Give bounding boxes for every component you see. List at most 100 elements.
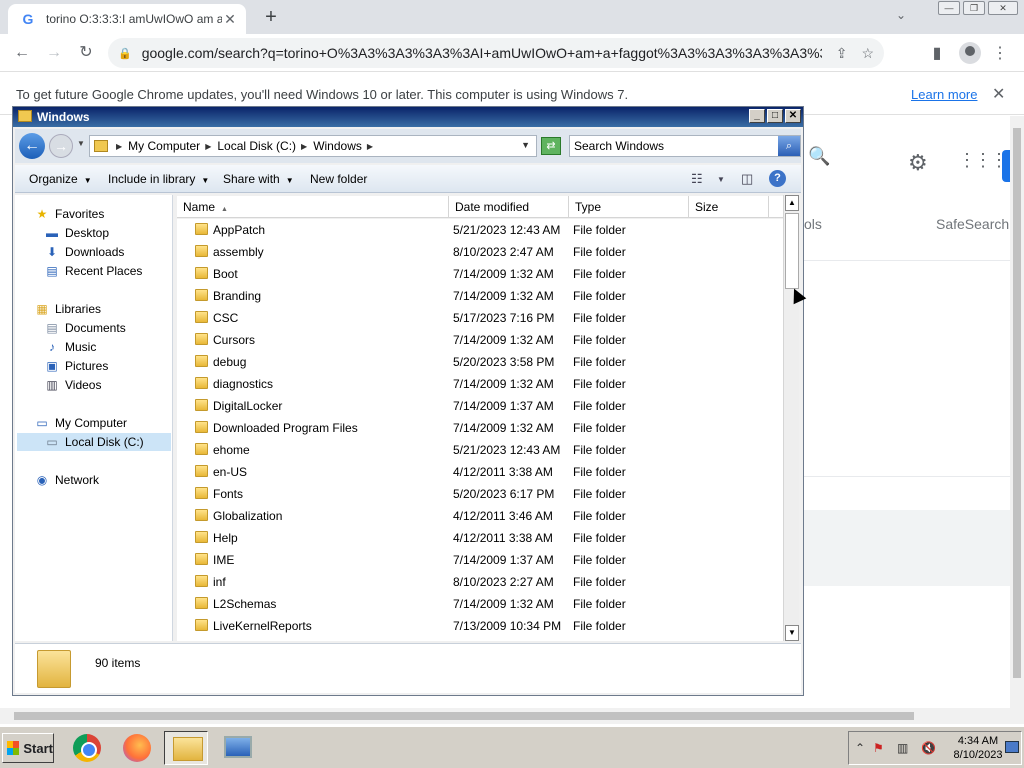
network-status-icon[interactable]: ▥ [897,741,908,755]
history-dropdown-icon[interactable]: ▼ [77,139,85,148]
explorer-search-box[interactable]: ⌕ [569,135,801,157]
scrollbar-thumb[interactable] [785,213,799,289]
table-row[interactable]: IME 7/14/2009 1:37 AM File folder [177,549,783,571]
table-row[interactable]: assembly 8/10/2023 2:47 AM File folder [177,241,783,263]
table-row[interactable]: en-US 4/12/2011 3:38 AM File folder [177,461,783,483]
table-row[interactable]: Help 4/12/2011 3:38 AM File folder [177,527,783,549]
settings-gear-icon[interactable]: ⚙ [908,150,928,176]
column-header-name[interactable]: Name ▲ [177,196,449,218]
nav-local-disk[interactable]: ▭ Local Disk (C:) [17,433,171,451]
chevron-down-icon[interactable]: ▼ [521,140,530,150]
reload-icon[interactable]: ↻ [76,43,96,63]
clock[interactable]: 4:34 AM 8/10/2023 [949,734,1007,762]
table-row[interactable]: Downloaded Program Files 7/14/2009 1:32 A… [177,417,783,439]
page-horizontal-scrollbar[interactable] [0,708,1024,724]
table-row[interactable]: AppPatch 5/21/2023 12:43 AM File folder [177,219,783,241]
scrollbar-thumb[interactable] [14,712,914,720]
refresh-icon[interactable]: ⇄ [541,137,561,155]
nav-documents[interactable]: ▤ Documents [45,319,125,337]
lock-icon[interactable]: 🔒 [118,47,132,60]
explorer-maximize-button[interactable]: □ [767,109,783,123]
profile-avatar-icon[interactable] [959,42,981,64]
nav-my-computer[interactable]: ▭ My Computer [35,414,127,432]
preview-pane-icon[interactable]: ◫ [741,171,753,187]
minimize-button[interactable]: — [938,1,960,15]
table-row[interactable]: ehome 5/21/2023 12:43 AM File folder [177,439,783,461]
explorer-title-bar[interactable]: Windows _ □ ✕ [13,107,803,127]
taskbar-chrome[interactable] [64,731,108,765]
view-options-icon[interactable]: ☷ [691,171,703,187]
chevron-right-icon[interactable]: ▶ [116,142,122,151]
explorer-address-bar[interactable]: ▶ My Computer ▶ Local Disk (C:) ▶ Window… [89,135,537,157]
taskbar-explorer[interactable] [164,731,208,765]
breadcrumb-my-computer[interactable]: My Computer [128,139,200,153]
browser-tab[interactable]: G torino O:3:3:3:I amUwIOwO am a ✕ [8,4,246,34]
page-vertical-scrollbar[interactable] [1010,116,1024,708]
column-header-size[interactable]: Size [689,196,769,218]
table-row[interactable]: LiveKernelReports 7/13/2009 10:34 PM File … [177,615,783,637]
nav-recent-places[interactable]: ▤ Recent Places [45,262,142,280]
infobar-close-icon[interactable]: ✕ [992,84,1005,104]
google-apps-icon[interactable]: ⋮⋮⋮ [958,150,1008,171]
organize-button[interactable]: Organize ▼ [29,172,92,186]
breadcrumb-windows[interactable]: Windows [313,139,362,153]
nav-pictures[interactable]: ▣ Pictures [45,357,108,375]
chevron-down-icon[interactable]: ▼ [717,175,725,184]
chevron-right-icon[interactable]: ▶ [367,142,373,151]
column-header-type[interactable]: Type [569,196,689,218]
back-arrow-icon[interactable]: ← [12,43,32,63]
back-arrow-icon[interactable]: ← [19,133,45,159]
explorer-vertical-scrollbar[interactable]: ▲ ▼ [783,195,799,641]
window-close-button[interactable]: ✕ [988,1,1018,15]
taskbar-firefox[interactable] [114,731,158,765]
forward-arrow-icon[interactable]: → [49,134,73,158]
forward-arrow-icon[interactable]: → [44,43,64,63]
address-bar[interactable]: 🔒 google.com/search?q=torino+O%3A3%3A3%3… [108,38,884,68]
restore-button[interactable]: ❐ [963,1,985,15]
scroll-down-arrow-icon[interactable]: ▼ [785,625,799,641]
nav-videos[interactable]: ▥ Videos [45,376,101,394]
explorer-minimize-button[interactable]: _ [749,109,765,123]
show-desktop-icon[interactable] [1005,741,1019,753]
chevron-right-icon[interactable]: ▶ [205,142,211,151]
table-row[interactable]: debug 5/20/2023 3:58 PM File folder [177,351,783,373]
nav-libraries[interactable]: ▦ Libraries [35,300,101,318]
side-panel-icon[interactable]: ▮ [927,43,947,63]
start-button[interactable]: Start [2,733,54,763]
table-row[interactable]: CSC 5/17/2023 7:16 PM File folder [177,307,783,329]
table-row[interactable]: DigitalLocker 7/14/2009 1:37 AM File folde… [177,395,783,417]
include-in-library-button[interactable]: Include in library ▼ [108,172,209,186]
share-icon[interactable]: ⇪ [836,45,848,62]
share-with-button[interactable]: Share with ▼ [223,172,294,186]
learn-more-link[interactable]: Learn more [911,87,977,102]
help-icon[interactable]: ? [769,170,786,187]
menu-kebab-icon[interactable]: ⋮ [990,43,1010,63]
bookmark-star-icon[interactable]: ☆ [861,45,874,62]
table-row[interactable]: Branding 7/14/2009 1:32 AM File folder [177,285,783,307]
table-row[interactable]: Fonts 5/20/2023 6:17 PM File folder [177,483,783,505]
table-row[interactable]: inf 8/10/2023 2:27 AM File folder [177,571,783,593]
safesearch-button[interactable]: SafeSearch [936,216,1009,232]
show-hidden-icons-icon[interactable]: ⌃ [855,741,865,755]
tab-close-icon[interactable]: ✕ [222,11,238,28]
nav-favorites[interactable]: ★ Favorites [35,205,105,223]
explorer-close-button[interactable]: ✕ [785,109,801,123]
nav-desktop[interactable]: ▬ Desktop [45,224,109,242]
nav-downloads[interactable]: ⬇ Downloads [45,243,124,261]
breadcrumb-local-disk[interactable]: Local Disk (C:) [217,139,296,153]
scrollbar-thumb[interactable] [1013,128,1021,678]
action-center-flag-icon[interactable]: ⚑ [873,741,884,755]
tab-search-icon[interactable]: ⌄ [896,8,906,22]
new-folder-button[interactable]: New folder [310,172,367,186]
table-row[interactable]: Cursors 7/14/2009 1:32 AM File folder [177,329,783,351]
volume-muted-icon[interactable]: 🔇 [921,741,936,755]
table-row[interactable]: diagnostics 7/14/2009 1:32 AM File folder [177,373,783,395]
taskbar-remote-desktop[interactable] [214,731,258,765]
sign-in-button[interactable] [1002,150,1010,182]
search-input[interactable] [574,139,774,153]
scroll-up-arrow-icon[interactable]: ▲ [785,195,799,211]
table-row[interactable]: L2Schemas 7/14/2009 1:32 AM File folder [177,593,783,615]
table-row[interactable]: Boot 7/14/2009 1:32 AM File folder [177,263,783,285]
nav-music[interactable]: ♪ Music [45,338,96,356]
search-icon[interactable]: 🔍 [808,146,830,167]
